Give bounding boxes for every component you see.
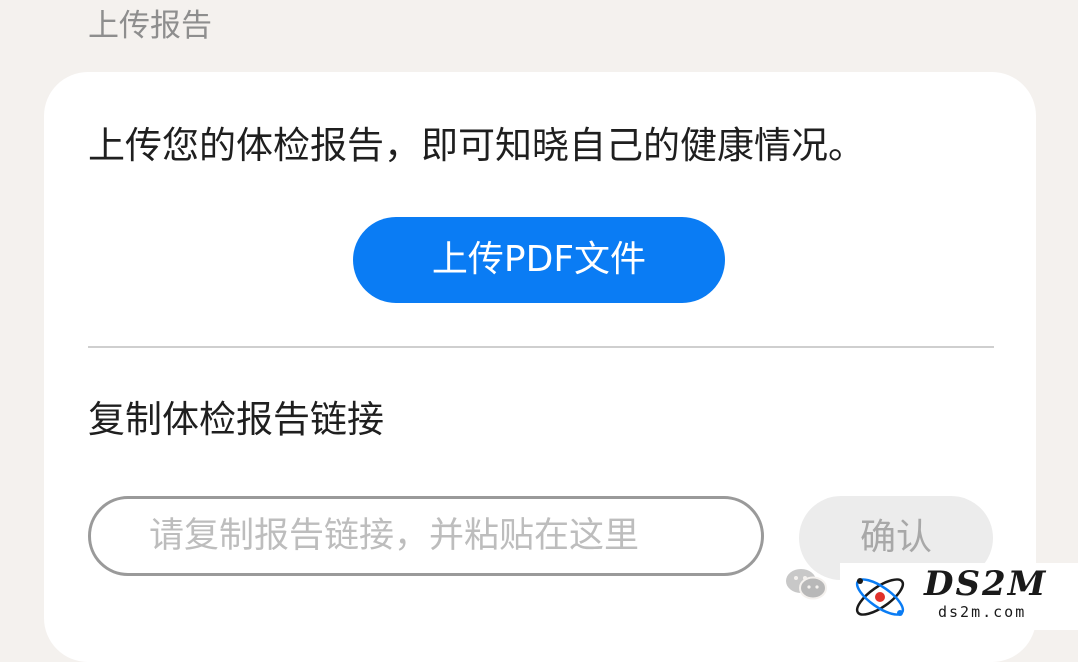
- wechat-icon: [786, 569, 827, 600]
- atom-logo-icon: [855, 578, 905, 616]
- watermark-domain: ds2m.com: [938, 603, 1027, 621]
- intro-text: 上传您的体检报告，即可知晓自己的健康情况。: [88, 124, 865, 167]
- divider: [88, 346, 994, 348]
- section-title: 上传报告: [88, 8, 212, 44]
- watermark: DS2M ds2m.com: [840, 563, 1078, 630]
- upload-pdf-button[interactable]: 上传PDF文件: [353, 217, 725, 303]
- copy-link-title: 复制体检报告链接: [88, 398, 384, 441]
- report-link-input[interactable]: [88, 496, 764, 576]
- watermark-name: DS2M: [924, 564, 1048, 604]
